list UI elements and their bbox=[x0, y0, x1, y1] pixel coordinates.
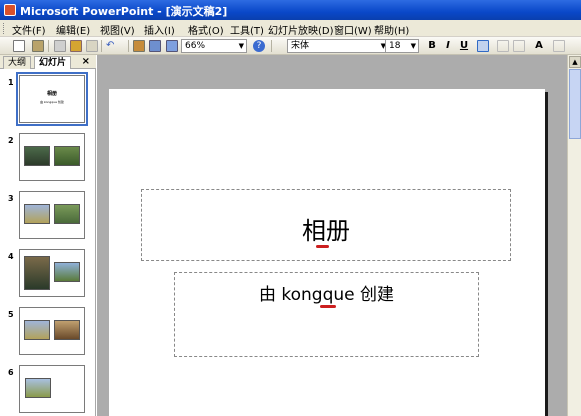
photo-thumbnail bbox=[54, 320, 80, 340]
menu-window[interactable]: 窗口(W) bbox=[334, 22, 372, 37]
tab-slides[interactable]: 幻灯片 bbox=[34, 56, 72, 69]
toolbar-separator bbox=[101, 40, 102, 52]
toolbar-separator bbox=[48, 40, 49, 52]
subtitle-placeholder[interactable]: 由 kongque 创建 bbox=[174, 272, 479, 357]
menu-help[interactable]: 帮助(H) bbox=[374, 22, 409, 37]
underline-button[interactable]: U bbox=[458, 40, 470, 52]
new-file-icon[interactable] bbox=[13, 40, 25, 52]
slide-thumbnail-1[interactable]: 相册 由 kongque 创建 bbox=[16, 72, 88, 126]
slide-number: 3 bbox=[8, 194, 14, 203]
photo-thumbnail bbox=[24, 320, 50, 340]
help-icon[interactable]: ? bbox=[253, 40, 265, 52]
grid-icon[interactable] bbox=[166, 40, 178, 52]
menu-bar: 文件(F) 编辑(E) 视图(V) 插入(I) 格式(O) 工具(T) 幻灯片放… bbox=[0, 20, 581, 37]
slide-title[interactable]: 相册 bbox=[142, 211, 510, 246]
red-annotation-mark bbox=[320, 305, 336, 308]
scrollbar-thumb[interactable] bbox=[569, 69, 581, 139]
menu-slideshow[interactable]: 幻灯片放映(D) bbox=[268, 22, 334, 37]
zoom-combo[interactable]: 66% ▼ bbox=[181, 39, 247, 53]
photo-thumbnail bbox=[54, 262, 80, 282]
insert-table-icon[interactable] bbox=[149, 40, 161, 52]
photo-thumbnail bbox=[24, 146, 50, 166]
slide-number: 6 bbox=[8, 368, 14, 377]
slide-number: 1 bbox=[8, 78, 14, 87]
slide-editor: 相册 由 kongque 创建 bbox=[97, 55, 567, 416]
slide-thumbnail-4[interactable] bbox=[19, 249, 85, 297]
pane-tabs: 大纲 幻灯片 × bbox=[0, 55, 96, 69]
slide-thumbnail-5[interactable] bbox=[19, 307, 85, 355]
toolbar-separator bbox=[271, 40, 272, 52]
bullet-list-icon[interactable] bbox=[513, 40, 525, 52]
menu-edit[interactable]: 编辑(E) bbox=[56, 22, 90, 37]
menu-tools[interactable]: 工具(T) bbox=[230, 22, 264, 37]
font-size-combo[interactable]: 18 ▼ bbox=[385, 39, 419, 53]
slide-number: 2 bbox=[8, 136, 14, 145]
photo-thumbnail bbox=[54, 204, 80, 224]
powerpoint-app-icon[interactable] bbox=[4, 4, 16, 16]
copy-icon[interactable] bbox=[54, 40, 66, 52]
slide-number: 5 bbox=[8, 310, 14, 319]
window-title: Microsoft PowerPoint - [演示文稿2] bbox=[20, 5, 228, 18]
slide-subtitle[interactable]: 由 kongque 创建 bbox=[175, 280, 478, 305]
slide-thumbnail-2[interactable] bbox=[19, 133, 85, 181]
numbered-list-icon[interactable] bbox=[497, 40, 509, 52]
font-name-combo[interactable]: 宋体 ▼ bbox=[287, 39, 389, 53]
menu-view[interactable]: 视图(V) bbox=[100, 22, 135, 37]
chevron-down-icon: ▼ bbox=[238, 42, 244, 50]
italic-button[interactable]: I bbox=[442, 40, 454, 52]
font-size-value: 18 bbox=[389, 41, 401, 51]
chevron-down-icon: ▼ bbox=[410, 42, 416, 50]
paste-icon[interactable] bbox=[70, 40, 82, 52]
menu-insert[interactable]: 插入(I) bbox=[144, 22, 175, 37]
toolbar-separator bbox=[128, 40, 129, 52]
thumbnail-title: 相册 bbox=[46, 91, 57, 97]
toolbar: ↶ 66% ▼ ? 宋体 ▼ 18 ▼ B I U A bbox=[0, 37, 581, 55]
close-icon[interactable]: × bbox=[82, 56, 90, 67]
red-annotation-mark bbox=[316, 245, 329, 248]
photo-thumbnail bbox=[24, 256, 50, 290]
slides-pane: 大纲 幻灯片 × 1 相册 由 kongque 创建 2 3 4 5 6 bbox=[0, 55, 96, 416]
print-icon[interactable] bbox=[32, 40, 44, 52]
zoom-value: 66% bbox=[185, 41, 206, 51]
slide-thumbnail-6[interactable] bbox=[19, 365, 85, 413]
tab-outline[interactable]: 大纲 bbox=[3, 56, 32, 69]
format-painter-icon[interactable] bbox=[86, 40, 98, 52]
menu-file[interactable]: 文件(F) bbox=[12, 22, 46, 37]
slide-thumbnail-3[interactable] bbox=[19, 191, 85, 239]
font-name-value: 宋体 bbox=[291, 41, 310, 51]
menu-format[interactable]: 格式(O) bbox=[188, 22, 224, 37]
photo-thumbnail bbox=[24, 204, 50, 224]
increase-font-button[interactable]: A bbox=[533, 40, 545, 52]
bold-button[interactable]: B bbox=[426, 40, 438, 52]
photo-thumbnail bbox=[54, 146, 80, 166]
menu-grip-handle[interactable] bbox=[3, 23, 6, 34]
align-left-icon[interactable] bbox=[477, 40, 489, 52]
title-placeholder[interactable]: 相册 bbox=[141, 189, 511, 261]
title-bar: Microsoft PowerPoint - [演示文稿2] bbox=[0, 0, 581, 20]
scroll-up-icon[interactable]: ▲ bbox=[569, 56, 581, 68]
undo-icon[interactable]: ↶ bbox=[106, 40, 118, 52]
vertical-scrollbar[interactable]: ▲ bbox=[567, 55, 581, 416]
decrease-indent-icon[interactable] bbox=[553, 40, 565, 52]
thumbnail-subtitle: 由 kongque 创建 bbox=[40, 100, 64, 104]
insert-chart-icon[interactable] bbox=[133, 40, 145, 52]
slide-canvas[interactable]: 相册 由 kongque 创建 bbox=[109, 89, 545, 416]
slide-number: 4 bbox=[8, 252, 14, 261]
photo-thumbnail bbox=[25, 378, 51, 398]
